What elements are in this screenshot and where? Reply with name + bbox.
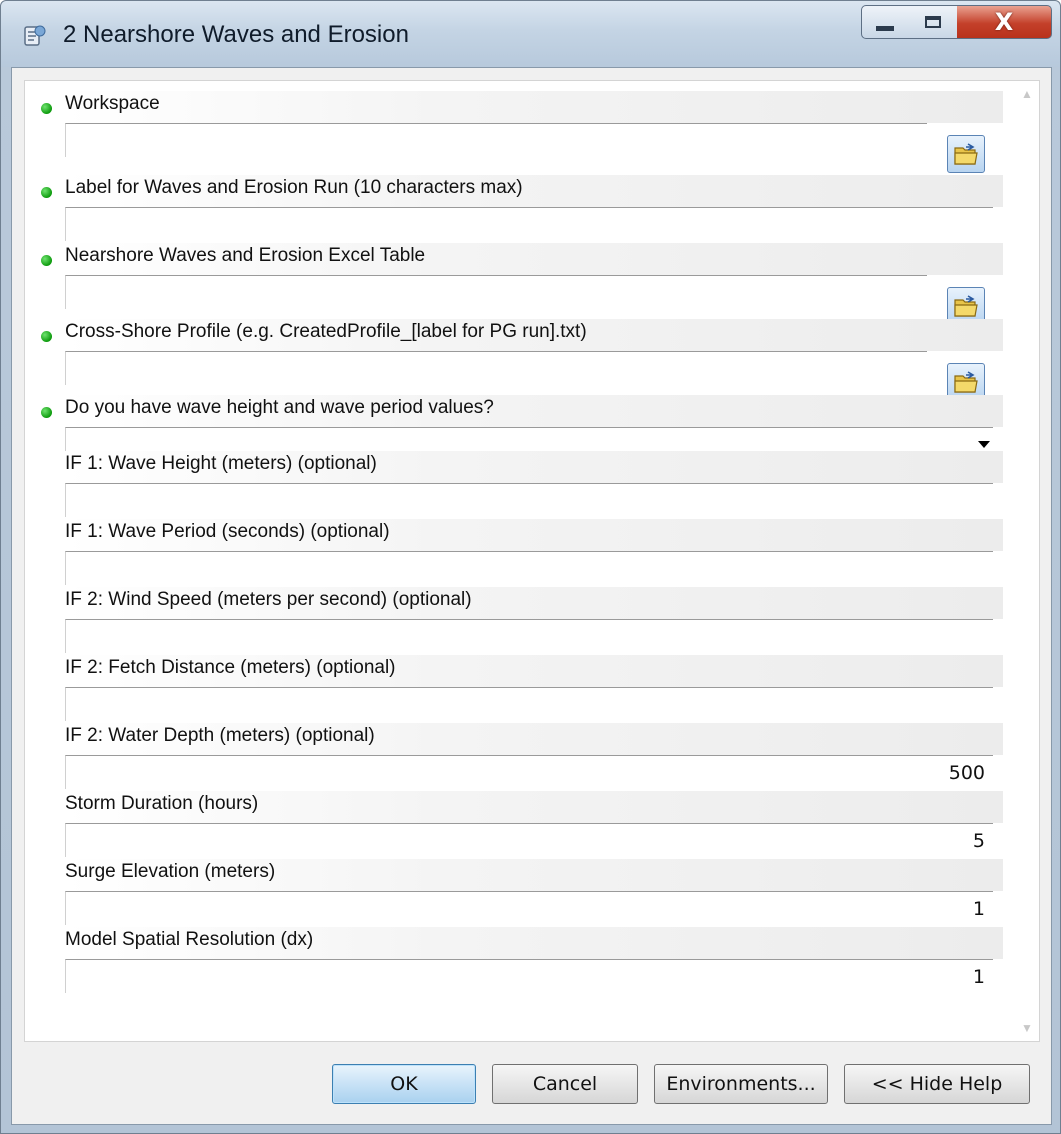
param-label-if-1-wave-height-meters-optional: IF 1: Wave Height (meters) (optional) (65, 453, 377, 474)
param-input[interactable] (65, 123, 927, 157)
close-button[interactable]: X (957, 5, 1052, 39)
scroll-down-icon[interactable]: ▼ (1021, 1021, 1033, 1035)
param-label-cross-shore-profile-e-g-createdprofile-l: Cross-Shore Profile (e.g. CreatedProfile… (65, 321, 587, 342)
param-label-if-1-wave-period-seconds-optional: IF 1: Wave Period (seconds) (optional) (65, 521, 390, 542)
close-icon: X (994, 8, 1014, 36)
minimize-button[interactable] (861, 5, 909, 39)
param-input[interactable]: 500 (65, 755, 993, 789)
param-label-if-2-wind-speed-meters-per-second-option: IF 2: Wind Speed (meters per second) (op… (65, 589, 472, 610)
required-dot-icon (41, 331, 52, 342)
required-dot-icon (41, 187, 52, 198)
param-input[interactable]: 5 (65, 823, 993, 857)
dialog-client-area: ▲ ▼ Workspace Label for Waves and Erosion… (11, 67, 1052, 1125)
title-bar[interactable]: 2 Nearshore Waves and Erosion X (1, 1, 1060, 67)
required-dot-icon (41, 255, 52, 266)
param-input[interactable] (65, 207, 993, 241)
maximize-icon (924, 16, 941, 28)
param-label-model-spatial-resolution-dx: Model Spatial Resolution (dx) (65, 929, 314, 950)
dialog-window: 2 Nearshore Waves and Erosion X ▲ ▼ Work… (0, 0, 1061, 1134)
parameters-panel[interactable]: ▲ ▼ Workspace Label for Waves and Erosion… (24, 80, 1040, 1042)
param-input[interactable] (65, 619, 993, 653)
label-band (65, 91, 1003, 123)
param-input[interactable] (65, 483, 993, 517)
toolbox-script-icon (24, 25, 46, 46)
param-label-nearshore-waves-and-erosion-excel-table: Nearshore Waves and Erosion Excel Table (65, 245, 426, 266)
param-label-workspace: Workspace (65, 93, 160, 114)
browse-button[interactable] (947, 135, 985, 173)
param-label-if-2-water-depth-meters-optional: IF 2: Water Depth (meters) (optional) (65, 725, 375, 746)
param-input[interactable] (65, 351, 927, 385)
dropdown-arrow-icon[interactable] (978, 441, 990, 448)
open-folder-icon (954, 143, 978, 165)
param-input[interactable] (65, 551, 993, 585)
param-label-if-2-fetch-distance-meters-optional: IF 2: Fetch Distance (meters) (optional) (65, 657, 396, 678)
scroll-up-icon[interactable]: ▲ (1021, 87, 1033, 101)
param-label-do-you-have-wave-height-and-wave-period-: Do you have wave height and wave period … (65, 397, 494, 418)
param-label-label-for-waves-and-erosion-run-10-chara: Label for Waves and Erosion Run (10 char… (65, 177, 523, 198)
environments-button[interactable]: Environments... (654, 1064, 828, 1104)
open-folder-icon (954, 295, 978, 317)
window-title: 2 Nearshore Waves and Erosion (63, 21, 409, 48)
param-input[interactable] (65, 687, 993, 721)
param-label-storm-duration-hours: Storm Duration (hours) (65, 793, 259, 814)
hide-help-button[interactable]: << Hide Help (844, 1064, 1030, 1104)
open-folder-icon (954, 371, 978, 393)
param-input[interactable]: 1 (65, 959, 993, 993)
cancel-button[interactable]: Cancel (492, 1064, 638, 1104)
param-input[interactable] (65, 275, 927, 309)
ok-button[interactable]: OK (332, 1064, 476, 1104)
maximize-button[interactable] (908, 5, 958, 39)
param-label-surge-elevation-meters: Surge Elevation (meters) (65, 861, 276, 882)
param-input[interactable]: 1 (65, 891, 993, 925)
required-dot-icon (41, 407, 52, 418)
minimize-icon (876, 25, 894, 31)
required-dot-icon (41, 103, 52, 114)
